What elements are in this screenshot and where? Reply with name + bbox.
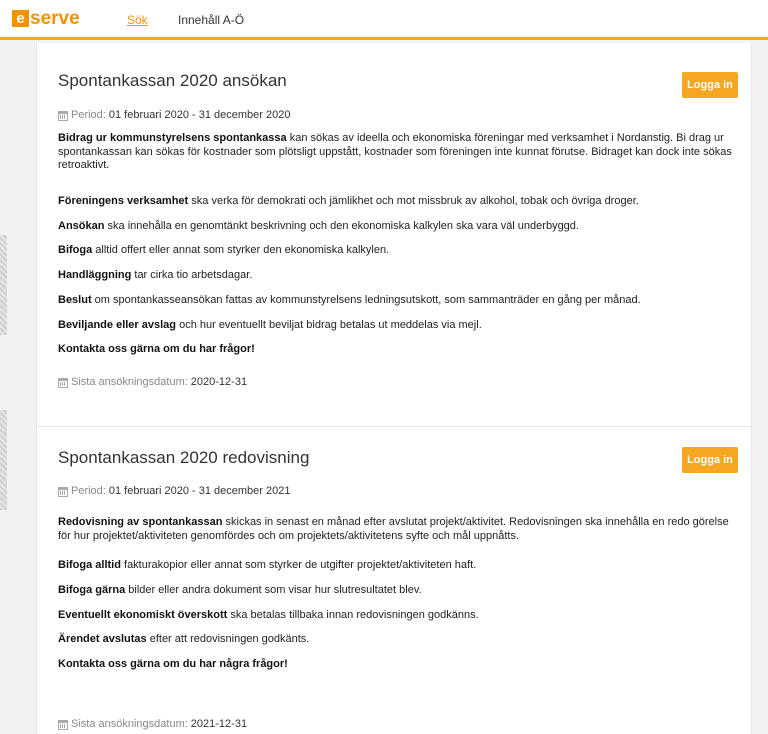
card-title: Spontankassan 2020 redovisning bbox=[58, 448, 310, 467]
login-button[interactable]: Logga in bbox=[682, 72, 738, 98]
paragraph-bold: Bifoga alltid bbox=[58, 559, 121, 571]
deadline-row: Sista ansökningsdatum: 2021-12-31 bbox=[58, 718, 247, 731]
calendar-icon bbox=[58, 486, 68, 497]
nav-innehall-link[interactable]: Innehåll A-Ö bbox=[178, 13, 244, 27]
deadline-row: Sista ansökningsdatum: 2020-12-31 bbox=[58, 376, 247, 389]
paragraph-bold: Ansökan bbox=[58, 220, 105, 232]
eserve-logo[interactable]: e serve bbox=[12, 8, 80, 29]
paragraph-text: alltid offert eller annat som styrker de… bbox=[92, 244, 390, 256]
period-value: 01 februari 2020 - 31 december 2020 bbox=[108, 109, 291, 121]
deadline-value: 2020-12-31 bbox=[190, 376, 248, 388]
period-label: Period: bbox=[71, 485, 106, 497]
paragraph-text: efter att redovisningen godkänts. bbox=[146, 633, 310, 645]
paragraph-text: ska betalas tillbaka innan redovisningen… bbox=[227, 609, 479, 621]
logo-wordmark: serve bbox=[30, 8, 80, 29]
paragraph: Bidrag ur kommunstyrelsens spontankassa … bbox=[58, 132, 738, 173]
paragraph: Bifoga alltid offert eller annat som sty… bbox=[58, 244, 738, 258]
paragraph-text: ska verka för demokrati och jämlikhet oc… bbox=[188, 195, 639, 207]
deadline-value: 2021-12-31 bbox=[190, 718, 248, 730]
paragraph-bold: Kontakta oss gärna om du har några frågo… bbox=[58, 658, 288, 670]
deadline-label: Sista ansökningsdatum: bbox=[71, 718, 188, 730]
paragraph: Redovisning av spontankassan skickas in … bbox=[58, 516, 738, 543]
calendar-icon bbox=[58, 719, 68, 730]
paragraph: Bifoga alltid fakturakopior eller annat … bbox=[58, 559, 738, 573]
side-decoration bbox=[0, 235, 7, 335]
paragraph-text: tar cirka tio arbetsdagar. bbox=[131, 269, 253, 281]
paragraph-text: om spontankasseansökan fattas av kommuns… bbox=[91, 294, 641, 306]
paragraph-bold: Bifoga bbox=[58, 244, 93, 256]
logo-e-mark: e bbox=[12, 10, 29, 27]
paragraph: Kontakta oss gärna om du har frågor! bbox=[58, 343, 738, 357]
paragraph: Bifoga gärna bilder eller andra dokument… bbox=[58, 584, 738, 598]
paragraph-bold: Föreningens verksamhet bbox=[58, 195, 189, 207]
application-card: Spontankassan 2020 ansökan Logga in Peri… bbox=[37, 43, 753, 427]
period-value: 01 februari 2020 - 31 december 2021 bbox=[108, 485, 291, 497]
paragraph-bold: Handläggning bbox=[58, 269, 132, 281]
paragraph: Eventuellt ekonomiskt överskott ska beta… bbox=[58, 609, 738, 623]
paragraph-text: ska innehålla en genomtänkt beskrivning … bbox=[104, 220, 579, 232]
paragraph: Beviljande eller avslag och hur eventuel… bbox=[58, 319, 738, 333]
paragraph-text: bilder eller andra dokument som visar hu… bbox=[125, 584, 422, 596]
paragraph-bold: Redovisning av spontankassan bbox=[58, 516, 223, 528]
paragraph-bold: Beslut bbox=[58, 294, 92, 306]
paragraph: Beslut om spontankasseansökan fattas av … bbox=[58, 294, 738, 308]
period-label: Period: bbox=[71, 109, 106, 121]
login-button[interactable]: Logga in bbox=[682, 447, 738, 473]
calendar-icon bbox=[58, 377, 68, 388]
paragraph-text: fakturakopior eller annat som styrker de… bbox=[120, 559, 477, 571]
period-row: Period: 01 februari 2020 - 31 december 2… bbox=[58, 109, 290, 122]
paragraph-bold: Eventuellt ekonomiskt överskott bbox=[58, 609, 228, 621]
paragraph-bold: Kontakta oss gärna om du har frågor! bbox=[58, 343, 255, 355]
paragraph: Handläggning tar cirka tio arbetsdagar. bbox=[58, 269, 738, 283]
deadline-label: Sista ansökningsdatum: bbox=[71, 376, 188, 388]
paragraph: Ärendet avslutas efter att redovisningen… bbox=[58, 633, 738, 647]
main-content: Spontankassan 2020 ansökan Logga in Peri… bbox=[36, 43, 753, 734]
paragraph-bold: Ärendet avslutas bbox=[58, 633, 147, 645]
nav-sok-link[interactable]: Sök bbox=[127, 13, 148, 27]
period-row: Period: 01 februari 2020 - 31 december 2… bbox=[58, 485, 290, 498]
card-title: Spontankassan 2020 ansökan bbox=[58, 71, 287, 90]
paragraph-bold: Bifoga gärna bbox=[58, 584, 126, 596]
top-header: e serve Sök Innehåll A-Ö bbox=[0, 0, 768, 40]
side-decoration bbox=[0, 410, 7, 510]
paragraph: Ansökan ska innehålla en genomtänkt besk… bbox=[58, 220, 738, 234]
calendar-icon bbox=[58, 110, 68, 121]
paragraph-text: och hur eventuellt beviljat bidrag betal… bbox=[176, 319, 482, 331]
paragraph: Föreningens verksamhet ska verka för dem… bbox=[58, 195, 738, 209]
paragraph-bold: Beviljande eller avslag bbox=[58, 319, 177, 331]
paragraph-bold: Bidrag ur kommunstyrelsens spontankassa bbox=[58, 132, 287, 144]
paragraph: Kontakta oss gärna om du har några frågo… bbox=[58, 658, 738, 672]
report-card: Spontankassan 2020 redovisning Logga in … bbox=[37, 427, 753, 734]
